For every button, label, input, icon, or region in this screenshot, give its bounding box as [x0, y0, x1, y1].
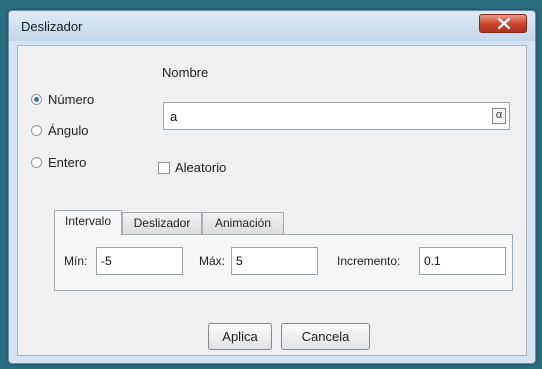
- close-icon: [498, 18, 510, 29]
- name-input[interactable]: a α: [163, 102, 510, 130]
- cancel-button[interactable]: Cancela: [281, 323, 370, 350]
- min-input[interactable]: -5: [96, 247, 183, 275]
- max-input[interactable]: 5: [231, 247, 318, 275]
- name-label: Nombre: [162, 65, 209, 80]
- tab-animacion[interactable]: Animación: [202, 212, 284, 235]
- radio-numero-circle[interactable]: [31, 94, 42, 105]
- tab-deslizador[interactable]: Deslizador: [122, 212, 202, 235]
- radio-angulo-circle[interactable]: [31, 125, 42, 136]
- dialog-content: Número Ángulo Entero Nombre a α Aleatori…: [17, 45, 527, 356]
- radio-angulo-label: Ángulo: [48, 123, 89, 138]
- close-button[interactable]: [479, 14, 527, 33]
- radio-angulo[interactable]: Ángulo: [31, 123, 88, 138]
- max-label: Máx:: [199, 254, 226, 268]
- min-label: Mín:: [64, 254, 88, 268]
- radio-entero[interactable]: Entero: [31, 155, 86, 170]
- random-option[interactable]: Aleatorio: [158, 160, 226, 175]
- greek-symbol-button[interactable]: α: [492, 108, 506, 124]
- name-input-value: a: [170, 109, 178, 124]
- title-bar[interactable]: Deslizador: [9, 11, 535, 41]
- interval-panel: Mín: -5 Máx: 5 Incremento: 0.1: [54, 234, 513, 291]
- radio-numero[interactable]: Número: [31, 92, 94, 107]
- max-value: 5: [236, 254, 243, 268]
- random-label: Aleatorio: [175, 160, 227, 175]
- increment-value: 0.1: [424, 254, 441, 268]
- min-value: -5: [101, 254, 112, 268]
- increment-input[interactable]: 0.1: [419, 247, 506, 275]
- radio-entero-label: Entero: [48, 155, 87, 170]
- slider-dialog: Deslizador Número Ángulo Entero Nombre a…: [8, 10, 536, 364]
- increment-label: Incremento:: [337, 254, 401, 268]
- apply-button[interactable]: Aplica: [208, 323, 272, 350]
- random-checkbox[interactable]: [158, 161, 170, 174]
- tab-intervalo[interactable]: Intervalo: [54, 210, 122, 235]
- radio-entero-circle[interactable]: [31, 157, 42, 168]
- radio-numero-label: Número: [48, 92, 95, 107]
- window-title: Deslizador: [21, 19, 83, 34]
